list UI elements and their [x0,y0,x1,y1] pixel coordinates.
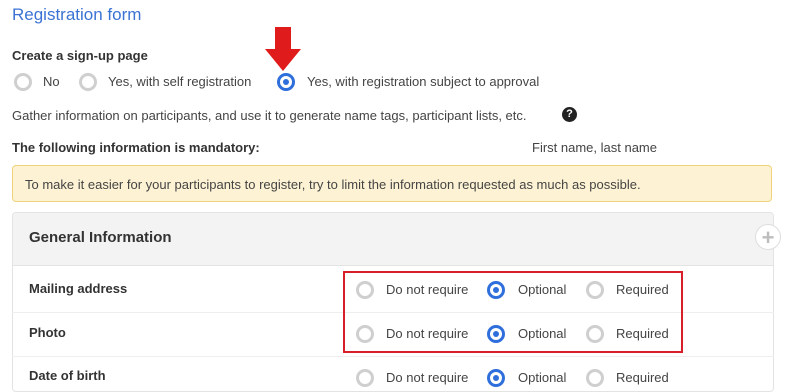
signup-option-approval-radio[interactable] [277,73,295,91]
signup-option-no-label[interactable]: No [43,74,60,89]
date-of-birth-required-radio[interactable] [586,369,604,387]
add-section-icon[interactable]: + [755,224,781,250]
help-icon[interactable]: ? [562,107,577,122]
red-arrow-indicator-icon [265,27,301,71]
signup-option-approval-label[interactable]: Yes, with registration subject to approv… [307,74,539,89]
row-divider [12,356,774,357]
signup-option-no-radio[interactable] [14,73,32,91]
signup-option-self-radio[interactable] [79,73,97,91]
mandatory-label: The following information is mandatory: [12,140,260,155]
field-label-date-of-birth: Date of birth [29,368,106,383]
panel-title: General Information [29,229,172,246]
date-of-birth-optional-radio[interactable] [487,369,505,387]
signup-option-self-label[interactable]: Yes, with self registration [108,74,251,89]
form-title: Registration form [12,5,142,24]
field-label-photo: Photo [29,325,66,340]
panel-header: General Information [13,213,773,266]
mandatory-value: First name, last name [532,140,657,155]
highlight-box [343,271,683,353]
gather-info-text: Gather information on participants, and … [12,108,527,123]
field-label-mailing-address: Mailing address [29,281,128,296]
date-of-birth-do-not-require-radio[interactable] [356,369,374,387]
signup-label: Create a sign-up page [12,48,148,63]
notice-banner: To make it easier for your participants … [12,165,772,202]
